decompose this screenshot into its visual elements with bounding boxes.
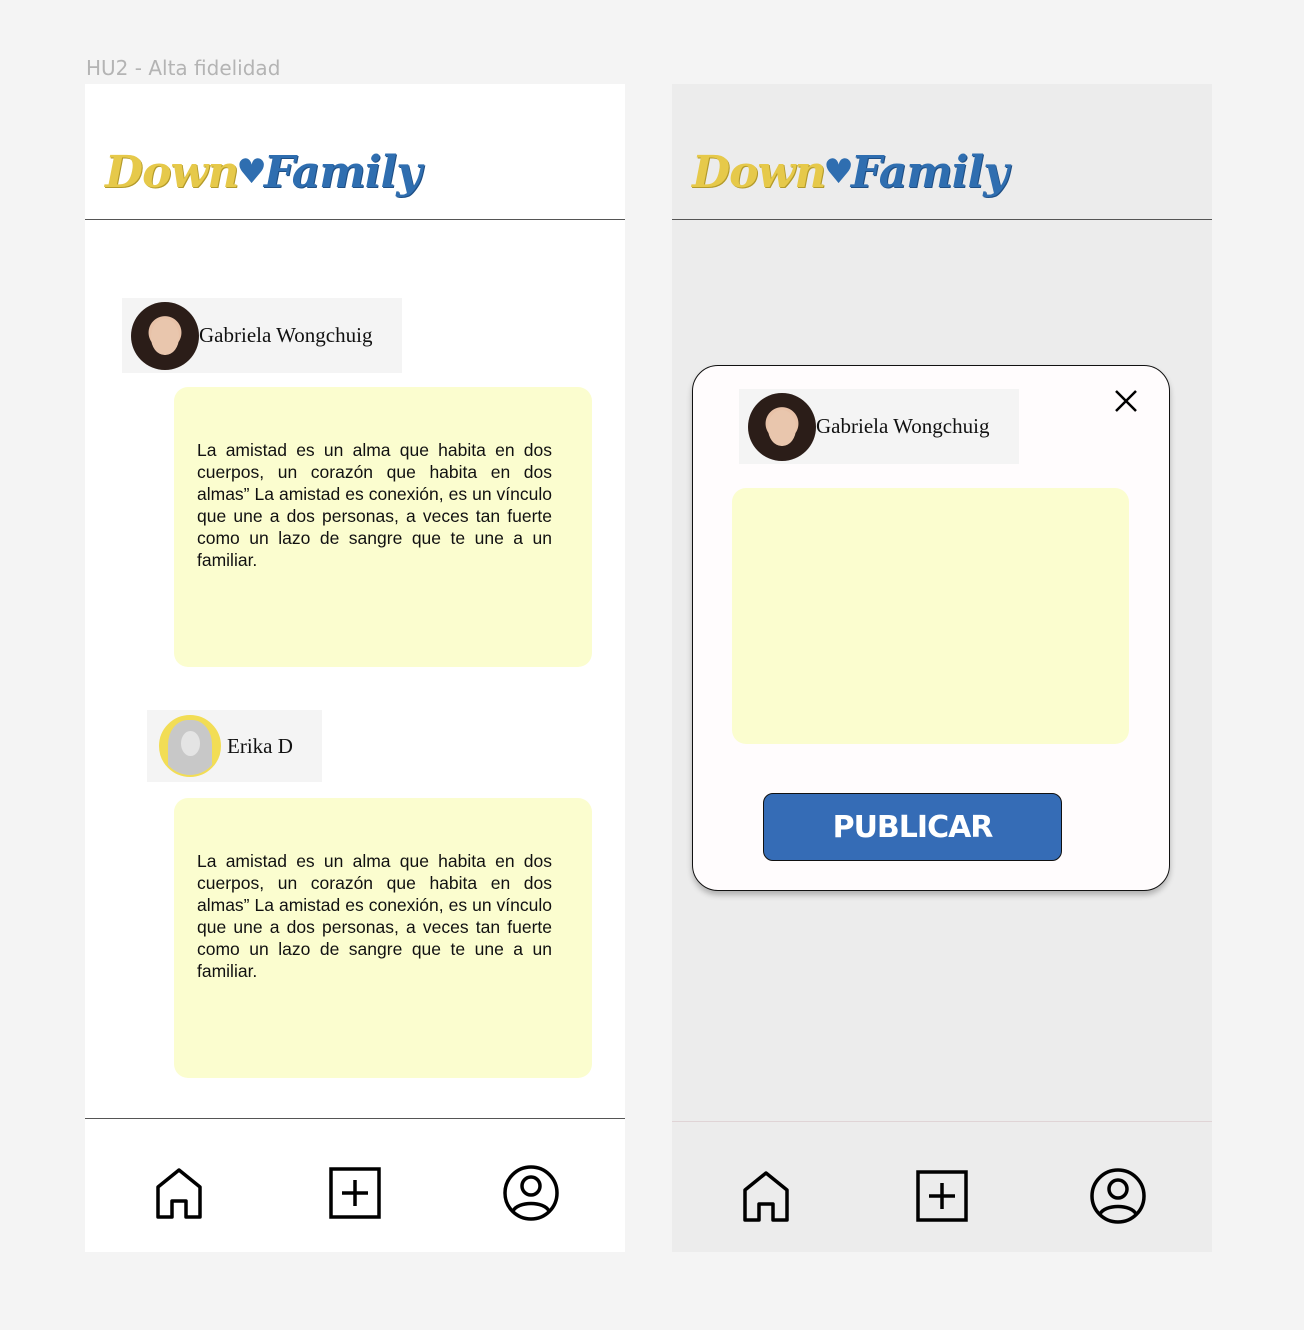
post-card: La amistad es un alma que habita en dos … [174, 798, 592, 1078]
post-text: La amistad es un alma que habita en dos … [197, 851, 552, 981]
author-name: Gabriela Wongchuig [199, 323, 373, 347]
bottom-nav [672, 1121, 1212, 1252]
close-button[interactable] [1109, 384, 1143, 418]
app-header: Down ♥ Family [672, 84, 1212, 220]
compose-textarea[interactable] [732, 488, 1129, 744]
frame-label: HU2 - Alta fidelidad [86, 56, 281, 80]
nav-profile-button[interactable] [501, 1163, 561, 1223]
nav-create-button[interactable] [325, 1163, 385, 1223]
heart-icon: ♥ [823, 152, 854, 192]
home-icon [743, 1171, 789, 1222]
post-author-chip[interactable]: Erika D [147, 710, 322, 782]
avatar [159, 715, 221, 777]
post-author-chip[interactable]: Gabriela Wongchuig [122, 298, 402, 373]
author-name: Gabriela Wongchuig [816, 414, 990, 438]
logo-word-down: Down [692, 147, 826, 198]
heart-icon: ♥ [236, 152, 267, 192]
close-icon [1115, 390, 1137, 412]
app-header: Down ♥ Family [85, 84, 625, 220]
post-text: La amistad es un alma que habita en dos … [197, 440, 552, 570]
app-logo[interactable]: Down ♥ Family [105, 118, 422, 198]
home-icon [156, 1168, 202, 1219]
compose-modal: Gabriela Wongchuig PUBLICAR [692, 365, 1170, 891]
logo-word-family: Family [263, 147, 422, 198]
post-card: La amistad es un alma que habita en dos … [174, 387, 592, 667]
bottom-nav [85, 1118, 625, 1252]
logo-word-down: Down [105, 147, 239, 198]
nav-home-button[interactable] [149, 1163, 209, 1223]
avatar [748, 392, 816, 461]
app-logo[interactable]: Down ♥ Family [692, 118, 1009, 198]
nav-home-button[interactable] [736, 1166, 796, 1226]
author-name: Erika D [227, 733, 293, 758]
avatar [131, 301, 199, 370]
compose-screen: Down ♥ Family Gabriela Wongchuig PUBLICAR [672, 84, 1212, 1252]
nav-create-button[interactable] [912, 1166, 972, 1226]
add-square-icon [329, 1167, 381, 1219]
add-square-icon [916, 1170, 968, 1222]
logo-word-family: Family [850, 147, 1009, 198]
user-circle-icon [1090, 1168, 1146, 1224]
user-circle-icon [503, 1165, 559, 1221]
nav-profile-button[interactable] [1088, 1166, 1148, 1226]
feed-screen: Down ♥ Family Gabriela Wongchuig La amista… [85, 84, 625, 1252]
publish-button[interactable]: PUBLICAR [763, 793, 1062, 861]
post-author-chip: Gabriela Wongchuig [739, 389, 1019, 464]
